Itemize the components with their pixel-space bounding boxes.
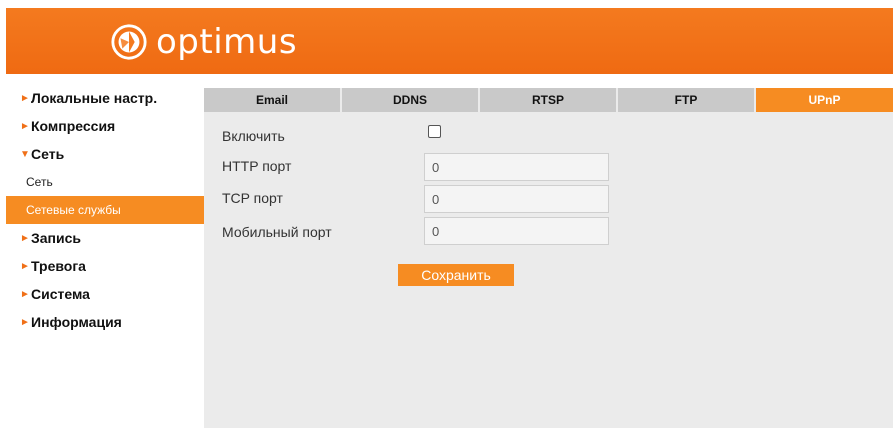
sidebar-subitem-label: Сетевые службы: [26, 203, 121, 217]
sidebar-item-label: Сеть: [31, 146, 65, 162]
tcp-port-label: TCP порт: [222, 190, 283, 206]
optimus-logo-icon: [111, 24, 147, 60]
sidebar-item-record[interactable]: ► Запись: [6, 224, 204, 252]
sidebar-item-label: Система: [31, 286, 90, 302]
expanded-arrow-icon: ▼: [20, 148, 30, 160]
collapsed-arrow-icon: ►: [20, 316, 30, 328]
sidebar: ► Локальные настр. ► Компрессия ▼ Сеть С…: [6, 84, 204, 428]
sidebar-item-label: Компрессия: [31, 118, 116, 134]
http-port-label: HTTP порт: [222, 158, 292, 174]
save-button[interactable]: Сохранить: [398, 264, 514, 286]
mobile-port-label: Мобильный порт: [222, 224, 332, 240]
sidebar-item-compression[interactable]: ► Компрессия: [6, 112, 204, 140]
sidebar-item-information[interactable]: ► Информация: [6, 308, 204, 336]
enable-checkbox[interactable]: [428, 125, 441, 138]
logo: optimus: [110, 20, 297, 64]
http-port-field[interactable]: 0: [424, 153, 609, 181]
tab-email[interactable]: Email: [204, 88, 342, 112]
tab-rtsp[interactable]: RTSP: [480, 88, 618, 112]
settings-panel: Email DDNS RTSP FTP UPnP Включить HTTP п…: [204, 88, 893, 428]
collapsed-arrow-icon: ►: [20, 260, 30, 272]
enable-label: Включить: [222, 128, 285, 144]
sidebar-item-label: Запись: [31, 230, 82, 246]
sidebar-item-label: Тревога: [31, 258, 86, 274]
sidebar-item-label: Локальные настр.: [31, 90, 158, 106]
brand-name: optimus: [156, 22, 298, 62]
sidebar-item-system[interactable]: ► Система: [6, 280, 204, 308]
collapsed-arrow-icon: ►: [20, 120, 30, 132]
collapsed-arrow-icon: ►: [20, 232, 30, 244]
sidebar-item-label: Информация: [31, 314, 122, 330]
mobile-port-field[interactable]: 0: [424, 217, 609, 245]
sidebar-item-local-settings[interactable]: ► Локальные настр.: [6, 84, 204, 112]
tcp-port-field[interactable]: 0: [424, 185, 609, 213]
sidebar-subitem-label: Сеть: [26, 175, 53, 189]
tab-ddns[interactable]: DDNS: [342, 88, 480, 112]
sidebar-subitem-network[interactable]: Сеть: [6, 168, 204, 196]
collapsed-arrow-icon: ►: [20, 288, 30, 300]
sidebar-item-alarm[interactable]: ► Тревога: [6, 252, 204, 280]
tab-upnp[interactable]: UPnP: [756, 88, 893, 112]
header-bar: optimus: [6, 8, 893, 74]
tab-bar: Email DDNS RTSP FTP UPnP: [204, 88, 893, 112]
tab-ftp[interactable]: FTP: [618, 88, 756, 112]
sidebar-subitem-network-services[interactable]: Сетевые службы: [6, 196, 204, 224]
collapsed-arrow-icon: ►: [20, 92, 30, 104]
sidebar-item-network[interactable]: ▼ Сеть: [6, 140, 204, 168]
